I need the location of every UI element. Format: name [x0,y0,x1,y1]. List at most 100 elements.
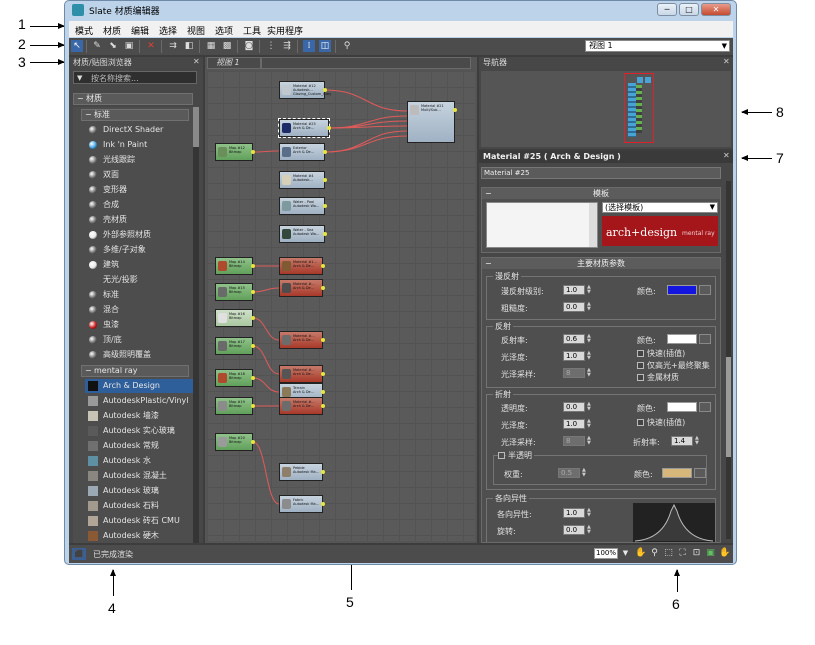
output-port[interactable] [323,150,327,154]
output-port[interactable] [251,290,255,294]
graph-node[interactable]: Exterior Arch & De... [279,143,327,161]
spinner-arrows-icon[interactable]: ▲ ▼ [587,402,593,412]
close-icon[interactable]: ✕ [193,57,200,66]
standard-material-item[interactable]: DirectX Shader [85,123,193,137]
graph-node[interactable]: Material #12 Autodesk... Glazing_Custom_Gr… [279,81,331,99]
show-map-icon[interactable]: ▦ [205,40,217,52]
output-port[interactable] [321,286,325,290]
standard-material-item[interactable]: 顶/底 [85,333,193,347]
refr-map-button[interactable] [699,402,711,412]
rotation-spinner[interactable]: 0.0 [563,525,585,535]
search-icon[interactable]: ⚲ [341,40,353,52]
mental-ray-material-item[interactable]: Arch & Design [85,379,193,393]
graph-node[interactable]: Map #12 Bitmap [215,143,255,161]
standard-material-item[interactable]: 建筑 [85,258,193,272]
refl-glossiness-spinner[interactable]: 1.0 [563,351,585,361]
close-button[interactable]: ✕ [701,3,731,16]
template-select[interactable]: (选择模板) ▼ [602,202,718,213]
transparency-spinner[interactable]: 0.0 [563,402,585,412]
output-port[interactable] [327,126,331,130]
output-port[interactable] [321,502,325,506]
spinner-arrows-icon[interactable]: ▲ ▼ [587,368,593,378]
zoom-region-icon[interactable]: ⬚ [663,548,674,559]
graph-node[interactable]: Material #1... Arch & De... [279,257,325,275]
node-canvas[interactable]: Material #12 Autodesk... Glazing_Custom_Gr… [207,71,475,541]
diffuse-level-spinner[interactable]: 1.0 [563,285,585,295]
ior-spinner[interactable]: 1.4 [671,436,693,446]
graph-node[interactable]: Material #... Arch & De... [279,365,325,383]
refl-samples-spinner[interactable]: 8 [563,368,585,378]
standard-material-item[interactable]: 标准 [85,288,193,302]
zoom-dropdown-icon[interactable]: ▼ [620,548,631,559]
close-icon[interactable]: ✕ [723,151,730,160]
graph-node[interactable]: Material #4 Autodesk... [279,171,327,189]
material-id-icon[interactable]: ⁞ [303,40,315,52]
parameter-scrollbar[interactable] [726,181,731,539]
weight-spinner[interactable]: 0.5 [558,468,580,478]
menu-select[interactable]: 选择 [159,24,177,37]
assign-to-selection-icon[interactable]: ▣ [123,40,135,52]
navigator-area[interactable] [481,71,731,147]
menu-view[interactable]: 视图 [187,24,205,37]
menu-tools[interactable]: 工具 [243,24,261,37]
output-port[interactable] [251,440,255,444]
mental-ray-material-item[interactable]: Autodesk 砖石 CMU [85,514,193,528]
graph-node[interactable]: Map #20 Bitmap [215,433,255,451]
main-params-header[interactable]: − 主要材质参数 [482,258,720,269]
eyedropper-icon[interactable]: ✎ [91,40,103,52]
material-name-field[interactable]: Material #25 [481,167,721,179]
output-port[interactable] [323,88,327,92]
graph-node[interactable]: Map #14 Bitmap [215,257,255,275]
graph-node[interactable]: Material #... Arch & De... [279,397,325,415]
template-list-scrollbar[interactable] [589,203,597,247]
output-port[interactable] [321,264,325,268]
standard-material-item[interactable]: 双面 [85,168,193,182]
graph-node[interactable]: Material #21 Multi/Sub... [407,101,457,143]
hide-unused-icon[interactable]: ◧ [183,40,195,52]
zoom-field[interactable]: 100% [594,548,618,559]
standard-material-item[interactable]: 壳材质 [85,213,193,227]
spinner-arrows-icon[interactable]: ▲ ▼ [587,436,593,446]
graph-node[interactable]: Pebble Autodesk Ma... [279,463,325,481]
delete-icon[interactable]: ✕ [145,40,157,52]
spinner-arrows-icon[interactable]: ▲ ▼ [587,302,593,312]
highlights-fg-checkbox[interactable] [637,362,644,369]
graph-node[interactable]: Map #17 Bitmap [215,337,255,355]
spinner-arrows-icon[interactable]: ▲ ▼ [587,351,593,361]
mental-ray-material-item[interactable]: AutodeskPlastic/Vinyl [85,394,193,408]
output-port[interactable] [453,108,457,112]
mental-ray-material-item[interactable]: Autodesk 常规 [85,439,193,453]
graph-node[interactable]: Water - Sea Autodesk Wa... [279,225,327,243]
standard-material-item[interactable]: 混合 [85,303,193,317]
output-port[interactable] [251,150,255,154]
output-port[interactable] [251,376,255,380]
mental-ray-material-item[interactable]: Autodesk 混凝土 [85,469,193,483]
metal-material-checkbox[interactable] [637,374,644,381]
standard-material-item[interactable]: 多维/子对象 [85,243,193,257]
refr-color-swatch[interactable] [667,402,697,412]
output-port[interactable] [321,470,325,474]
standard-material-item[interactable]: 变形器 [85,183,193,197]
refl-color-swatch[interactable] [667,334,697,344]
output-port[interactable] [321,390,325,394]
output-port[interactable] [251,404,255,408]
graph-node[interactable]: Material #... Arch & De... [279,279,325,297]
view-select[interactable]: 视图 1 ▼ [585,40,730,52]
move-children-icon[interactable]: ⇉ [167,40,179,52]
template-list[interactable] [486,202,598,248]
output-port[interactable] [321,372,325,376]
tab-view-1[interactable]: 视图 1 [207,57,261,69]
browser-scrollbar[interactable] [193,107,199,543]
output-port[interactable] [323,178,327,182]
refl-fast-checkbox[interactable] [637,350,644,357]
search-input[interactable]: ▼ 按名称搜索... [73,71,197,84]
zoom-extents-selected-icon[interactable]: ⊡ [691,548,702,559]
zoom-icon[interactable]: ⚲ [649,548,660,559]
standard-material-item[interactable]: 虫漆 [85,318,193,332]
mental-ray-material-item[interactable]: Autodesk 墙漆 [85,409,193,423]
layout-horizontal-icon[interactable]: ⇶ [281,40,293,52]
menu-material[interactable]: 材质 [103,24,121,37]
scrollbar-thumb[interactable] [726,357,731,457]
transl-color-swatch[interactable] [662,468,692,478]
group-mental-ray[interactable]: − mental ray [81,365,189,377]
